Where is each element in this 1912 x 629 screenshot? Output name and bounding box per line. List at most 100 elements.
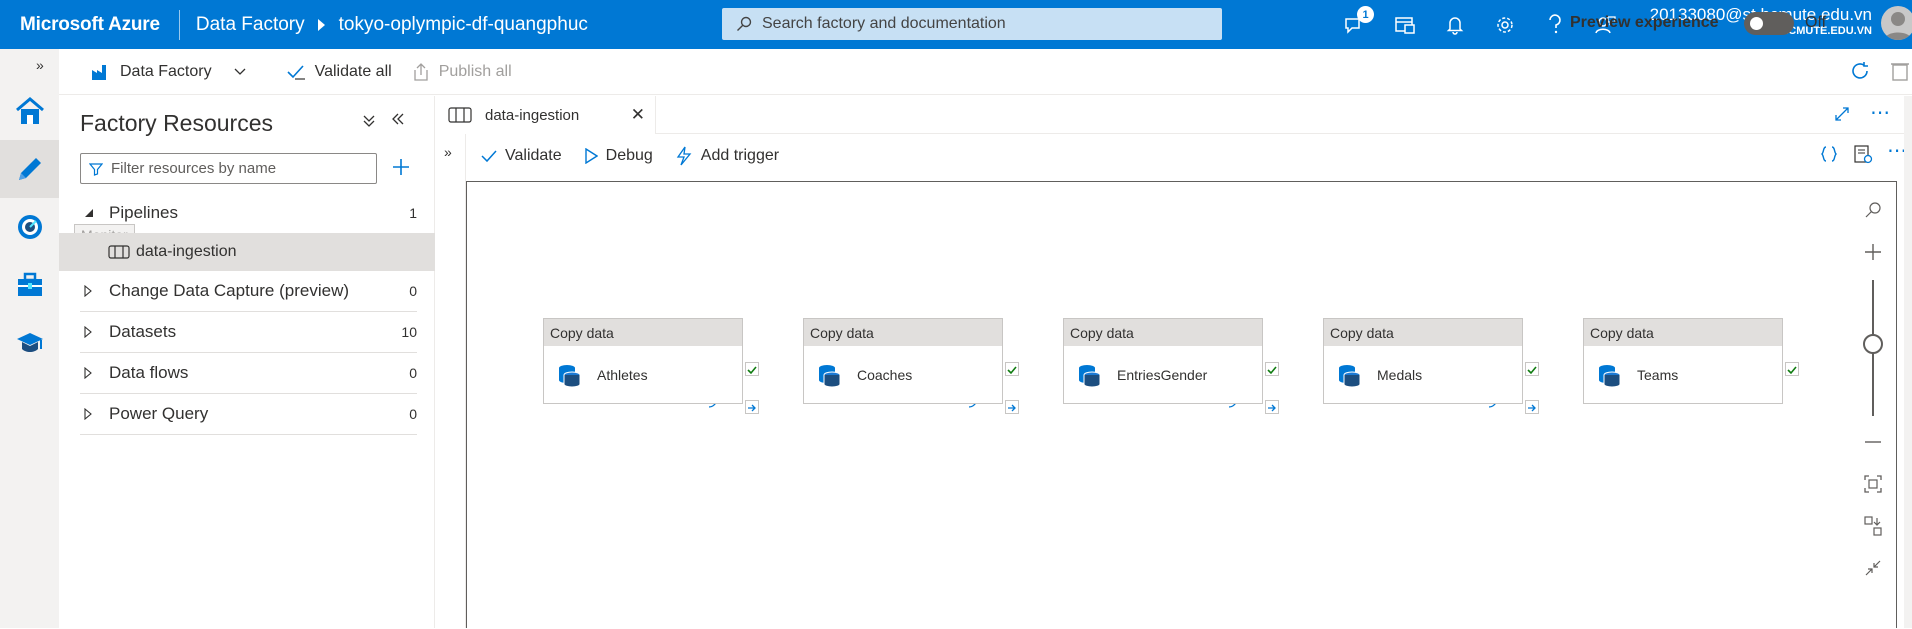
validate-check-icon xyxy=(286,63,306,81)
add-trigger-label: Add trigger xyxy=(700,147,780,164)
auto-align-icon[interactable] xyxy=(1853,506,1893,546)
tree-item-change-data-capture[interactable]: Change Data Capture (preview) 0 xyxy=(80,271,417,312)
next-port-arrow-icon[interactable] xyxy=(1265,400,1279,414)
database-icon xyxy=(1337,362,1363,388)
fit-to-screen-icon[interactable] xyxy=(1853,464,1893,504)
pipeline-editor: data-ingestion ✕ ⋯ » Validate Debug Add … xyxy=(436,96,1912,628)
code-braces-icon[interactable] xyxy=(1819,144,1839,164)
publish-all-button[interactable]: Publish all xyxy=(412,62,512,82)
success-port-check-icon[interactable] xyxy=(1785,362,1799,376)
zoom-slider-thumb[interactable] xyxy=(1863,334,1883,354)
collapsed-triangle-icon[interactable] xyxy=(80,285,109,297)
zoom-out-icon[interactable] xyxy=(1853,422,1893,462)
filter-icon xyxy=(89,162,103,176)
properties-icon[interactable] xyxy=(1853,144,1873,164)
connector-lines xyxy=(708,366,1523,408)
success-port-check-icon[interactable] xyxy=(745,362,759,376)
tree-item-label: Power Query xyxy=(109,404,209,423)
switch-directory-icon[interactable] xyxy=(1380,0,1430,49)
tree-item-label: Datasets xyxy=(109,322,177,341)
tree-item-datasets[interactable]: Datasets 10 xyxy=(80,312,417,353)
activity-copy-entriesgender[interactable]: Copy data EntriesGender xyxy=(1063,318,1263,404)
expand-activities-icon[interactable]: » xyxy=(444,144,452,160)
activity-name: Teams xyxy=(1637,367,1679,383)
monitor-icon[interactable] xyxy=(0,198,59,256)
tree-item-count: 10 xyxy=(401,324,417,340)
tree-item-count: 1 xyxy=(409,204,417,221)
activity-copy-teams[interactable]: Copy data Teams xyxy=(1583,318,1783,404)
zoom-in-icon[interactable] xyxy=(1853,232,1893,272)
feedback-icon[interactable]: 1 xyxy=(1330,0,1380,49)
tree-item-label: Pipelines xyxy=(109,202,178,222)
pipeline-canvas[interactable]: Copy data Athletes Copy data Coaches Cop… xyxy=(466,181,1897,628)
activity-copy-athletes[interactable]: Copy data Athletes xyxy=(543,318,743,404)
breadcrumb-data-factory[interactable]: Data Factory xyxy=(196,14,305,36)
brand-divider xyxy=(178,9,180,40)
discard-icon[interactable] xyxy=(1890,60,1910,82)
close-icon[interactable]: ✕ xyxy=(631,105,645,125)
debug-button[interactable]: Debug xyxy=(584,147,653,165)
play-icon xyxy=(584,148,598,164)
preview-toggle[interactable] xyxy=(1744,12,1794,35)
factory-resources-panel: Factory Resources Filter resources by na… xyxy=(59,96,435,628)
validate-button[interactable]: Validate xyxy=(481,147,562,165)
search-canvas-icon[interactable] xyxy=(1853,190,1893,230)
activity-name: Medals xyxy=(1377,367,1423,383)
validate-all-button[interactable]: Validate all xyxy=(286,63,392,81)
success-port-check-icon[interactable] xyxy=(1525,362,1539,376)
check-icon xyxy=(481,149,497,163)
breadcrumb-factory-name[interactable]: tokyo-oplympic-df-quangphuc xyxy=(339,14,588,36)
tree-item-power-query[interactable]: Power Query 0 xyxy=(80,394,417,435)
home-icon[interactable] xyxy=(0,82,59,140)
collapse-panel-icon[interactable] xyxy=(391,112,405,131)
pipeline-child-label: data-ingestion xyxy=(136,243,237,260)
tree-item-count: 0 xyxy=(409,365,417,381)
activity-name: Athletes xyxy=(597,367,648,383)
database-icon xyxy=(1597,362,1623,388)
pipeline-command-bar: Validate Debug Add trigger ⋯ xyxy=(466,134,1912,178)
validate-label: Validate xyxy=(505,147,562,164)
azure-brand[interactable]: Microsoft Azure xyxy=(20,14,160,36)
refresh-icon[interactable] xyxy=(1849,60,1871,82)
bell-icon[interactable] xyxy=(1430,0,1480,49)
activity-copy-medals[interactable]: Copy data Medals xyxy=(1323,318,1523,404)
database-icon xyxy=(557,362,583,388)
activity-name: EntriesGender xyxy=(1117,367,1208,383)
tree-item-pipelines[interactable]: Pipelines 1 xyxy=(80,192,417,233)
learning-hat-icon[interactable] xyxy=(0,314,59,372)
maximize-icon[interactable] xyxy=(1834,106,1850,127)
tree-item-data-flows[interactable]: Data flows 0 xyxy=(80,353,417,394)
collapse-all-icon[interactable] xyxy=(362,114,376,133)
activity-copy-coaches[interactable]: Copy data Coaches xyxy=(803,318,1003,404)
tab-data-ingestion[interactable]: data-ingestion ✕ xyxy=(436,96,656,134)
add-trigger-button[interactable]: Add trigger xyxy=(675,146,779,166)
avatar[interactable] xyxy=(1881,6,1912,40)
success-port-check-icon[interactable] xyxy=(1005,362,1019,376)
search-icon xyxy=(736,16,752,32)
collapsed-triangle-icon[interactable] xyxy=(80,408,109,420)
expanded-triangle-icon[interactable] xyxy=(80,208,109,218)
success-port-check-icon[interactable] xyxy=(1265,362,1279,376)
pipeline-data-ingestion[interactable]: data-ingestion xyxy=(59,233,435,271)
breadcrumb-arrow-icon xyxy=(317,18,325,31)
filter-resources-input[interactable]: Filter resources by name xyxy=(80,153,377,184)
collapsed-triangle-icon[interactable] xyxy=(80,367,109,379)
pipeline-icon xyxy=(108,245,130,259)
add-resource-button[interactable] xyxy=(385,151,417,183)
gear-icon[interactable] xyxy=(1480,0,1530,49)
factory-selector[interactable]: Data Factory xyxy=(91,63,246,81)
next-port-arrow-icon[interactable] xyxy=(1005,400,1019,414)
collapse-canvas-icon[interactable] xyxy=(1853,548,1893,588)
more-options-icon[interactable]: ⋯ xyxy=(1870,100,1890,125)
next-port-arrow-icon[interactable] xyxy=(1525,400,1539,414)
rail-expand-icon[interactable]: » xyxy=(36,57,44,73)
page-scrollbar[interactable] xyxy=(1904,96,1912,628)
preview-experience-label: Preview experience xyxy=(1570,14,1719,31)
pipeline-icon xyxy=(448,107,472,123)
collapsed-triangle-icon[interactable] xyxy=(80,326,109,338)
manage-toolbox-icon[interactable] xyxy=(0,256,59,314)
author-pencil-icon[interactable] xyxy=(0,140,59,198)
next-port-arrow-icon[interactable] xyxy=(745,400,759,414)
search-input[interactable]: Search factory and documentation xyxy=(722,8,1222,40)
activities-collapse-strip: » xyxy=(436,134,466,628)
